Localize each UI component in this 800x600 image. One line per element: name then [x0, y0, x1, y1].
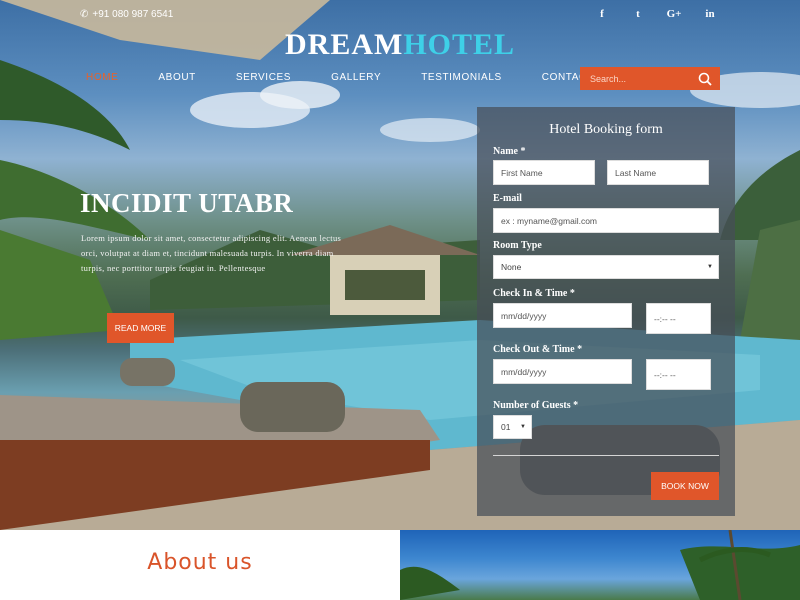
booking-form: Hotel Booking form Name * First Name Las…	[477, 107, 735, 516]
phone-contact: ✆ +91 080 987 6541	[80, 9, 173, 20]
email-label: E-mail	[493, 193, 522, 204]
room-type-select[interactable]: None ▼	[493, 255, 719, 279]
last-name-input[interactable]: Last Name	[607, 160, 709, 185]
facebook-icon[interactable]: f	[584, 8, 620, 20]
room-type-value: None	[501, 262, 522, 272]
logo-part-dream: DREAM	[284, 28, 404, 61]
guests-label: Number of Guests *	[493, 400, 579, 411]
about-title: About us	[147, 550, 253, 575]
hero-section: ✆ +91 080 987 6541 f t G+ in DREAMHOTEL …	[0, 0, 800, 530]
guests-value: 01	[501, 422, 511, 432]
search-icon[interactable]	[690, 67, 720, 90]
twitter-icon[interactable]: t	[620, 8, 656, 20]
phone-number: +91 080 987 6541	[92, 9, 174, 20]
about-palm-image	[400, 530, 800, 600]
chevron-down-icon: ▼	[707, 264, 713, 270]
search-box	[580, 67, 720, 90]
about-image	[400, 530, 800, 600]
first-name-input[interactable]: First Name	[493, 160, 595, 185]
linkedin-icon[interactable]: in	[692, 8, 728, 20]
checkin-label: Check In & Time *	[493, 288, 575, 299]
name-label: Name *	[493, 146, 526, 157]
nav-gallery[interactable]: GALLERY	[320, 72, 392, 84]
search-input[interactable]	[580, 67, 690, 90]
checkout-label: Check Out & Time *	[493, 344, 583, 355]
logo-part-hotel: HOTEL	[403, 28, 516, 61]
nav-testimonials[interactable]: TESTIMONIALS	[410, 72, 513, 84]
site-logo[interactable]: DREAMHOTEL	[0, 28, 800, 62]
guests-select[interactable]: 01 ▼	[493, 415, 532, 439]
checkin-time-input[interactable]: --:-- --	[646, 303, 711, 334]
chevron-down-icon: ▼	[520, 424, 526, 430]
nav-about[interactable]: ABOUT	[147, 72, 206, 84]
nav-services[interactable]: SERVICES	[225, 72, 302, 84]
book-now-button[interactable]: BOOK NOW	[651, 472, 719, 500]
social-links: f t G+ in	[584, 8, 728, 20]
room-type-label: Room Type	[493, 240, 542, 251]
checkout-date-input[interactable]: mm/dd/yyyy	[493, 359, 632, 384]
hero-title: INCIDIT UTABR	[80, 188, 294, 218]
nav-home[interactable]: HOME	[75, 72, 129, 84]
checkin-date-input[interactable]: mm/dd/yyyy	[493, 303, 632, 328]
google-plus-icon[interactable]: G+	[656, 8, 692, 20]
main-nav: HOME ABOUT SERVICES GALLERY TESTIMONIALS…	[75, 72, 641, 84]
phone-icon: ✆	[80, 9, 89, 20]
hero-description: Lorem ipsum dolor sit amet, consectetur …	[81, 233, 342, 273]
checkout-time-input[interactable]: --:-- --	[646, 359, 711, 390]
about-section: About us	[0, 530, 400, 600]
form-divider	[493, 455, 719, 456]
read-more-button[interactable]: READ MORE	[107, 313, 174, 343]
email-input[interactable]: ex : myname@gmail.com	[493, 208, 719, 233]
booking-form-title: Hotel Booking form	[549, 122, 663, 137]
